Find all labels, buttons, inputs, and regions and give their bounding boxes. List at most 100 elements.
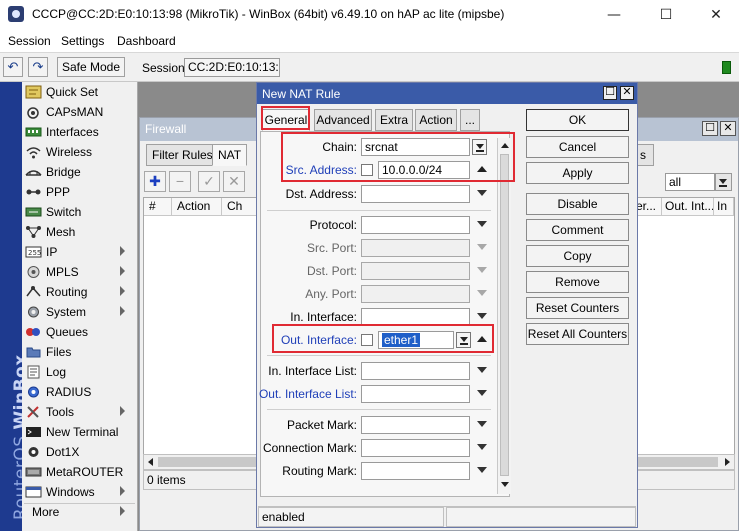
enable-icon[interactable]: ✓ [198, 171, 220, 192]
minimize-icon[interactable]: — [594, 2, 634, 28]
sidebar-item-switch[interactable]: Switch [22, 202, 138, 222]
close-icon[interactable]: ✕ [696, 2, 736, 28]
menu-dashboard[interactable]: Dashboard [117, 34, 176, 48]
comment-button[interactable]: Comment [526, 219, 629, 241]
column-header-out-interface[interactable]: Out. Int... [662, 198, 714, 216]
in-interface-expand-icon[interactable] [477, 313, 487, 319]
tab-more[interactable]: ... [460, 109, 480, 131]
packet-mark-expand-icon[interactable] [477, 421, 487, 427]
sidebar-item-mpls[interactable]: MPLS [22, 262, 138, 282]
connection-mark-expand-icon[interactable] [477, 444, 487, 450]
dst-address-expand-icon[interactable] [477, 190, 487, 196]
sidebar-item-metarouter[interactable]: MetaROUTER [22, 462, 138, 482]
scroll-left-icon[interactable] [146, 456, 156, 468]
menu-session[interactable]: Session [8, 34, 51, 48]
dst-address-input[interactable] [361, 185, 470, 203]
sidebar-item-queues[interactable]: Queues [22, 322, 138, 342]
routing-mark-expand-icon[interactable] [477, 467, 487, 473]
tab-advanced[interactable]: Advanced [314, 109, 372, 131]
sidebar-item-capsman[interactable]: CAPsMAN [22, 102, 138, 122]
column-header-in-interface-list[interactable]: In [714, 198, 734, 216]
out-interface-list-expand-icon[interactable] [477, 390, 487, 396]
sidebar-item-dot1x[interactable]: Dot1X [22, 442, 138, 462]
maximize-icon[interactable]: ☐ [646, 2, 686, 28]
dst-port-input[interactable] [361, 262, 470, 280]
routing-mark-input[interactable] [361, 462, 470, 480]
maximize-icon[interactable]: ☐ [702, 121, 718, 136]
safe-mode-button[interactable]: Safe Mode [57, 57, 125, 77]
sidebar-item-more[interactable]: More [22, 502, 138, 522]
sidebar-item-new-terminal[interactable]: New Terminal [22, 422, 138, 442]
src-port-input[interactable] [361, 239, 470, 257]
connection-mark-input[interactable] [361, 439, 470, 457]
out-interface-invert-checkbox[interactable] [361, 334, 373, 346]
any-port-input[interactable] [361, 285, 470, 303]
sidebar-item-wireless[interactable]: Wireless [22, 142, 138, 162]
close-icon[interactable]: ✕ [620, 86, 634, 100]
redo-button[interactable]: ↷ [28, 57, 48, 77]
in-interface-list-input[interactable] [361, 362, 470, 380]
filter-select[interactable]: all [665, 173, 715, 191]
out-interface-collapse-icon[interactable] [477, 336, 487, 342]
session-field[interactable]: CC:2D:E0:10:13:98 [184, 58, 280, 77]
apply-button[interactable]: Apply [526, 162, 629, 184]
close-icon[interactable]: ✕ [720, 121, 736, 136]
vertical-scrollbar[interactable] [497, 138, 511, 494]
filter-dropdown-button[interactable] [715, 173, 732, 191]
column-header-number[interactable]: # [144, 198, 172, 216]
disable-icon[interactable]: ✕ [223, 171, 245, 192]
sidebar-item-mesh[interactable]: Mesh [22, 222, 138, 242]
dst-port-expand-icon[interactable] [477, 267, 487, 273]
sidebar-item-ip[interactable]: 255 IP [22, 242, 138, 262]
any-port-expand-icon[interactable] [477, 290, 487, 296]
sidebar-item-ppp[interactable]: PPP [22, 182, 138, 202]
remove-button[interactable]: Remove [526, 271, 629, 293]
protocol-input[interactable] [361, 216, 470, 234]
src-port-expand-icon[interactable] [477, 244, 487, 250]
src-address-label[interactable]: Src. Address: [286, 163, 357, 177]
sidebar-item-radius[interactable]: RADIUS [22, 382, 138, 402]
tab-nat[interactable]: NAT [212, 144, 248, 166]
sidebar-item-quick-set[interactable]: Quick Set [22, 82, 138, 102]
tab-filter-rules[interactable]: Filter Rules [146, 144, 219, 166]
reset-counters-button[interactable]: Reset Counters [526, 297, 629, 319]
ok-button[interactable]: OK [526, 109, 629, 131]
remove-icon[interactable]: − [169, 171, 191, 192]
sidebar-item-bridge[interactable]: Bridge [22, 162, 138, 182]
sidebar-item-files[interactable]: Files [22, 342, 138, 362]
sidebar-item-interfaces[interactable]: Interfaces [22, 122, 138, 142]
tab-general[interactable]: General [262, 109, 310, 131]
scroll-right-icon[interactable] [722, 456, 732, 468]
tab-extra[interactable]: Extra [375, 109, 413, 131]
src-address-input[interactable]: 10.0.0.0/24 [378, 161, 470, 179]
add-icon[interactable]: ✚ [144, 171, 166, 192]
out-interface-list-input[interactable] [361, 385, 470, 403]
sidebar-item-windows[interactable]: Windows [22, 482, 138, 502]
chain-select[interactable]: srcnat [361, 138, 470, 156]
scroll-up-icon[interactable] [500, 140, 510, 151]
packet-mark-input[interactable] [361, 416, 470, 434]
chain-dropdown-icon[interactable] [472, 139, 487, 155]
column-header-in-interface[interactable]: er... [634, 198, 662, 216]
in-interface-input[interactable] [361, 308, 470, 326]
sidebar-item-system[interactable]: System [22, 302, 138, 322]
in-interface-list-expand-icon[interactable] [477, 367, 487, 373]
menu-settings[interactable]: Settings [61, 34, 104, 48]
column-header-action[interactable]: Action [172, 198, 222, 216]
disable-button[interactable]: Disable [526, 193, 629, 215]
sidebar-item-log[interactable]: Log [22, 362, 138, 382]
out-interface-select[interactable]: ether1 [378, 331, 454, 349]
cancel-button[interactable]: Cancel [526, 136, 629, 158]
tab-action[interactable]: Action [415, 109, 457, 131]
out-interface-list-label[interactable]: Out. Interface List: [259, 387, 357, 401]
maximize-icon[interactable]: ☐ [603, 86, 617, 100]
sidebar-item-routing[interactable]: Routing [22, 282, 138, 302]
scroll-down-icon[interactable] [500, 480, 510, 491]
sidebar-item-tools[interactable]: Tools [22, 402, 138, 422]
undo-button[interactable]: ↶ [3, 57, 23, 77]
out-interface-label[interactable]: Out. Interface: [281, 333, 357, 347]
src-address-invert-checkbox[interactable] [361, 164, 373, 176]
src-address-collapse-icon[interactable] [477, 166, 487, 172]
tab-partial[interactable]: s [636, 144, 654, 166]
reset-all-counters-button[interactable]: Reset All Counters [526, 323, 629, 345]
